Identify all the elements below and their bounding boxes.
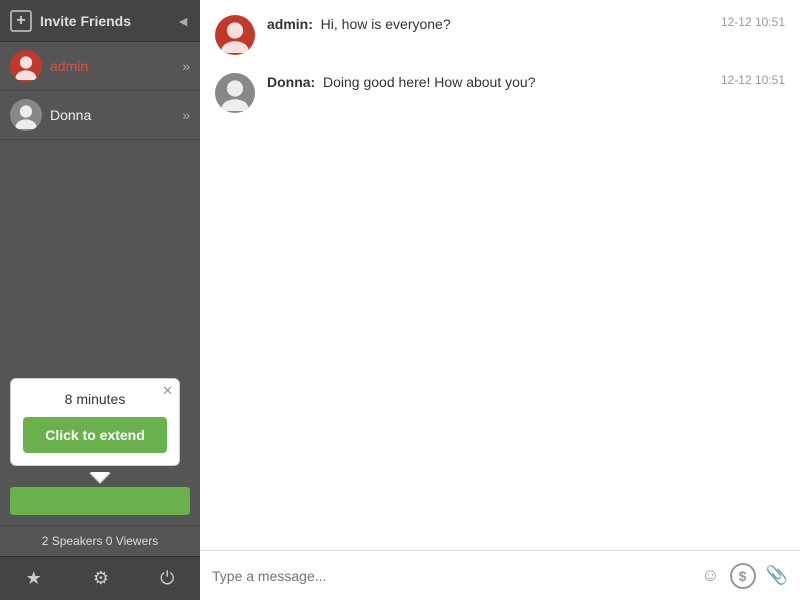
- user-item-admin-left: admin: [10, 50, 88, 82]
- msg-text-donna: Donna: Doing good here! How about you?: [267, 74, 535, 90]
- sidebar-header-left: + Invite Friends: [10, 10, 131, 32]
- chat-input[interactable]: [212, 568, 691, 584]
- msg-timestamp-admin: 12-12 10:51: [721, 15, 785, 29]
- tooltip-arrow-inner: [90, 472, 110, 482]
- speakers-viewers-text: 2 Speakers 0 Viewers: [42, 534, 159, 548]
- dollar-icon[interactable]: $: [730, 563, 756, 589]
- msg-content-donna: 12-12 10:51 Donna: Doing good here! How …: [267, 73, 785, 93]
- speakers-viewers-bar: 2 Speakers 0 Viewers: [0, 525, 200, 556]
- chat-input-bar: ☺ $ 📎: [200, 550, 800, 600]
- sidebar-header: + Invite Friends ◄: [0, 0, 200, 42]
- msg-content-admin: 12-12 10:51 admin: Hi, how is everyone?: [267, 15, 785, 35]
- user-item-admin[interactable]: admin »: [0, 42, 200, 91]
- message-row-donna: 12-12 10:51 Donna: Doing good here! How …: [215, 73, 785, 113]
- avatar-admin: [10, 50, 42, 82]
- user-item-donna[interactable]: Donna »: [0, 91, 200, 140]
- msg-timestamp-donna: 12-12 10:51: [721, 73, 785, 87]
- chevron-right-icon-donna: »: [182, 107, 190, 123]
- sidebar-title: Invite Friends: [40, 13, 131, 29]
- msg-text-admin: admin: Hi, how is everyone?: [267, 16, 451, 32]
- msg-avatar-admin: [215, 15, 255, 55]
- tooltip-arrow: [10, 472, 190, 483]
- sidebar: + Invite Friends ◄ admin »: [0, 0, 200, 600]
- extend-button[interactable]: Click to extend: [23, 417, 167, 453]
- collapse-sidebar-button[interactable]: ◄: [176, 13, 190, 29]
- extend-tooltip: ✕ 8 minutes Click to extend: [10, 378, 180, 466]
- add-invite-button[interactable]: +: [10, 10, 32, 32]
- username-donna: Donna: [50, 107, 91, 123]
- sidebar-bottom: ✕ 8 minutes Click to extend: [0, 368, 200, 525]
- username-admin: admin: [50, 58, 88, 74]
- settings-icon[interactable]: ⚙: [93, 568, 109, 589]
- attach-icon[interactable]: 📎: [766, 565, 788, 586]
- user-item-donna-left: Donna: [10, 99, 91, 131]
- avatar-donna: [10, 99, 42, 131]
- sidebar-toolbar: ★ ⚙ ⏻: [0, 556, 200, 600]
- chat-messages: 12-12 10:51 admin: Hi, how is everyone? …: [200, 0, 800, 550]
- tooltip-minutes: 8 minutes: [23, 391, 167, 407]
- emoji-icon[interactable]: ☺: [701, 565, 719, 586]
- green-bar[interactable]: [10, 487, 190, 515]
- user-list: admin » Donna »: [0, 42, 200, 368]
- tooltip-close-button[interactable]: ✕: [162, 383, 173, 399]
- msg-sender-donna: Donna:: [267, 74, 315, 90]
- star-icon[interactable]: ★: [26, 568, 42, 589]
- msg-avatar-donna: [215, 73, 255, 113]
- power-icon[interactable]: ⏻: [160, 568, 174, 589]
- msg-sender-admin: admin:: [267, 16, 313, 32]
- add-icon: +: [16, 12, 25, 30]
- message-row-admin: 12-12 10:51 admin: Hi, how is everyone?: [215, 15, 785, 55]
- main-chat: 12-12 10:51 admin: Hi, how is everyone? …: [200, 0, 800, 600]
- chevron-right-icon-admin: »: [182, 58, 190, 74]
